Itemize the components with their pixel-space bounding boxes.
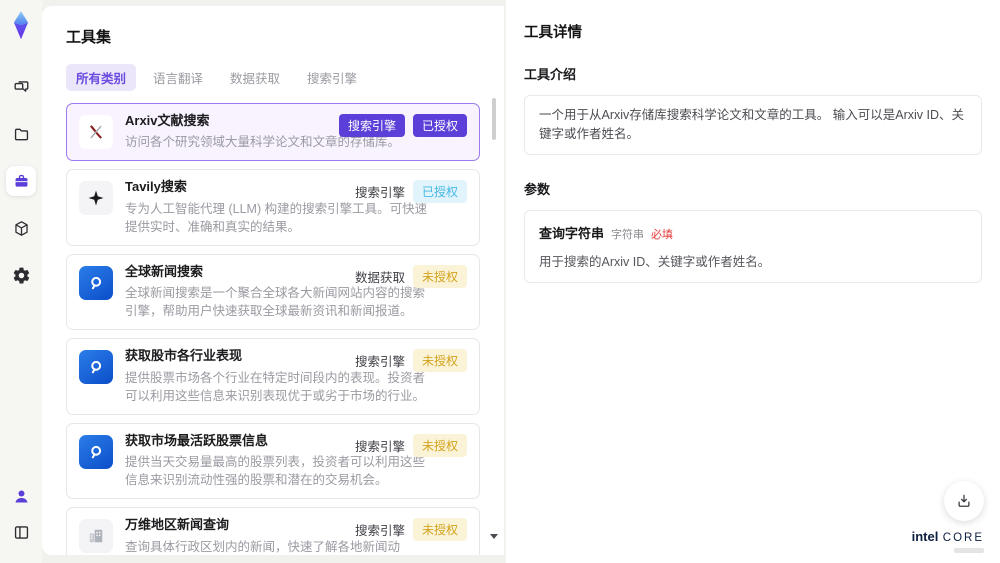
tool-category-label: 搜索引擎	[354, 439, 405, 454]
region-news-icon	[79, 519, 113, 554]
category-tab[interactable]: 所有类别	[66, 64, 137, 91]
auth-status-badge: 未授权	[412, 264, 467, 288]
param-type: 字符串	[611, 228, 645, 241]
user-icon[interactable]	[6, 481, 36, 511]
params-heading: 参数	[524, 181, 551, 197]
download-icon	[958, 494, 970, 507]
tool-card[interactable]: 获取市场最活跃股票信息 提供当天交易量最高的股票列表，投资者可以利用这些信息来识别…	[66, 422, 480, 500]
param-name: 查询字符串	[539, 225, 605, 241]
intel-brand-name: intel	[911, 529, 939, 544]
news-search-icon	[79, 265, 113, 300]
toolset-panel: 工具集 所有类别 语言翻译 数据获取 搜索引擎 Arxiv文献搜索 访问各个研究领域大量…	[42, 6, 504, 555]
tool-category-label: 搜索引擎	[354, 186, 405, 201]
app-logo	[8, 10, 34, 40]
download-button[interactable]	[944, 481, 984, 521]
tool-description: 提供当天交易量最高的股票列表，投资者可以利用这些信息来识别流动性强的股票和潜在的…	[125, 455, 426, 488]
tool-list: Arxiv文献搜索 访问各个研究领域大量科学论文和文章的存储库。 搜索引擎 已授权 Ta…	[66, 103, 480, 555]
detail-title: 工具详情	[524, 25, 582, 41]
auth-status-badge: 未授权	[412, 349, 467, 373]
category-tabs: 所有类别 语言翻译 数据获取 搜索引擎	[66, 64, 480, 91]
stock-sector-icon	[79, 350, 113, 385]
tool-category-badge: 搜索引擎	[338, 114, 405, 137]
detail-panel: 工具详情 工具介绍 一个用于从Arxiv存储库搜索科学论文和文章的工具。 输入可…	[506, 0, 1000, 563]
param-description: 用于搜索的Arxiv ID、关键字或作者姓名。	[539, 254, 771, 269]
auth-status-badge: 已授权	[412, 180, 467, 204]
tool-category-label: 搜索引擎	[354, 355, 405, 370]
tool-intro-text: 一个用于从Arxiv存储库搜索科学论文和文章的工具。 输入可以是Arxiv ID…	[524, 95, 982, 155]
toolbox-icon[interactable]	[6, 166, 36, 196]
auth-status-badge: 已授权	[412, 114, 467, 137]
panel-toggle-icon[interactable]	[6, 517, 36, 547]
tool-card[interactable]: 获取股市各行业表现 提供股票市场各个行业在特定时间段内的表现。投资者可以利用这些信…	[66, 338, 480, 415]
toolset-title: 工具集	[66, 29, 112, 46]
tool-category-label: 搜索引擎	[354, 524, 405, 539]
scroll-down-icon[interactable]	[490, 534, 498, 539]
auth-status-badge: 未授权	[412, 518, 467, 542]
tool-card[interactable]: Arxiv文献搜索 访问各个研究领域大量科学论文和文章的存储库。 搜索引擎 已授权	[66, 103, 480, 162]
param-required-badge: 必填	[651, 228, 674, 241]
tool-card[interactable]: Tavily搜索 专为人工智能代理 (LLM) 构建的搜索引擎工具。可快速提供实时…	[66, 169, 480, 246]
intel-brand-series: core	[942, 532, 984, 544]
arxiv-logo-icon	[79, 115, 113, 149]
folder-icon[interactable]	[6, 119, 36, 149]
tool-category-label: 数据获取	[354, 270, 405, 285]
tavily-logo-icon	[79, 181, 113, 216]
tool-description: 全球新闻搜索是一个聚合全球各大新闻网站内容的搜索引擎，帮助用户快速获取全球最新资…	[125, 286, 426, 319]
category-tab[interactable]: 语言翻译	[143, 64, 213, 91]
chat-icon[interactable]	[6, 72, 36, 102]
cube-icon[interactable]	[6, 213, 36, 243]
tool-card[interactable]: 全球新闻搜索 全球新闻搜索是一个聚合全球各大新闻网站内容的搜索引擎，帮助用户快速获…	[66, 253, 480, 331]
intel-sub-mark	[954, 548, 984, 553]
category-tab[interactable]: 搜索引擎	[297, 64, 367, 91]
category-tab[interactable]: 数据获取	[220, 64, 290, 91]
app-window: 工具集 所有类别 语言翻译 数据获取 搜索引擎 Arxiv文献搜索 访问各个研究领域大量…	[0, 0, 1000, 563]
auth-status-badge: 未授权	[412, 433, 467, 457]
parameter-card: 查询字符串 字符串 必填用于搜索的Arxiv ID、关键字或作者姓名。	[524, 209, 982, 283]
sidebar	[0, 0, 42, 563]
active-stocks-icon	[79, 434, 113, 469]
scrollbar-thumb[interactable]	[492, 98, 496, 140]
intel-core-logo: intel core	[912, 528, 984, 553]
param-list: 查询字符串 字符串 必填用于搜索的Arxiv ID、关键字或作者姓名。	[524, 209, 982, 283]
tool-card[interactable]: 万维地区新闻查询 查询具体行政区划内的新闻，快速了解各地新闻动 搜索引擎 未授权	[66, 507, 480, 555]
intro-heading: 工具介绍	[524, 67, 577, 82]
tool-description: 提供股票市场各个行业在特定时间段内的表现。投资者可以利用这些信息来识别表现优于或…	[125, 370, 426, 403]
tool-description: 专为人工智能代理 (LLM) 构建的搜索引擎工具。可快速提供实时、准确和真实的结…	[125, 201, 428, 234]
settings-icon[interactable]	[6, 260, 36, 290]
